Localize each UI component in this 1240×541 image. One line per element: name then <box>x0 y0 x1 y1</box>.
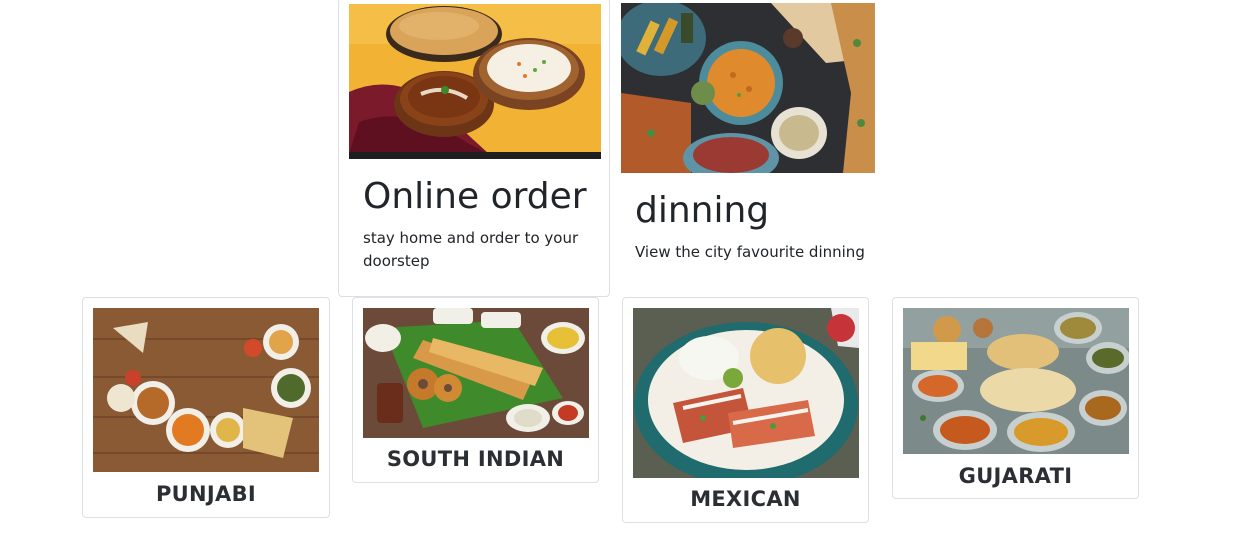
indian-meal-photo <box>349 4 601 159</box>
mexican-platter-photo <box>633 308 859 478</box>
gujarati-thali-photo <box>903 308 1129 454</box>
cuisine-name: PUNJABI <box>155 482 256 506</box>
feature-description: stay home and order to your doorstep <box>363 229 579 270</box>
feature-title: Online order <box>363 176 587 217</box>
dosa-plate-photo <box>363 308 589 438</box>
feature-card-online-order[interactable]: Online order stay home and order to your… <box>338 0 610 297</box>
cuisine-card-south-indian[interactable]: SOUTH INDIAN <box>352 297 599 483</box>
cuisine-card-punjabi[interactable]: PUNJABI <box>82 297 330 518</box>
cuisine-card-mexican[interactable]: MEXICAN <box>622 297 869 523</box>
feature-card-dinning[interactable]: dinning View the city favourite dinning <box>612 0 884 297</box>
cuisine-card-gujarati[interactable]: GUJARATI <box>892 297 1139 499</box>
cuisine-name: GUJARATI <box>958 464 1073 488</box>
punjabi-dishes-photo <box>93 308 319 472</box>
cuisine-name: MEXICAN <box>690 487 801 511</box>
feature-title: dinning <box>635 190 770 231</box>
cuisine-name: SOUTH INDIAN <box>386 447 565 471</box>
feature-description: View the city favourite dinning <box>635 243 865 261</box>
food-spread-photo <box>621 3 875 173</box>
